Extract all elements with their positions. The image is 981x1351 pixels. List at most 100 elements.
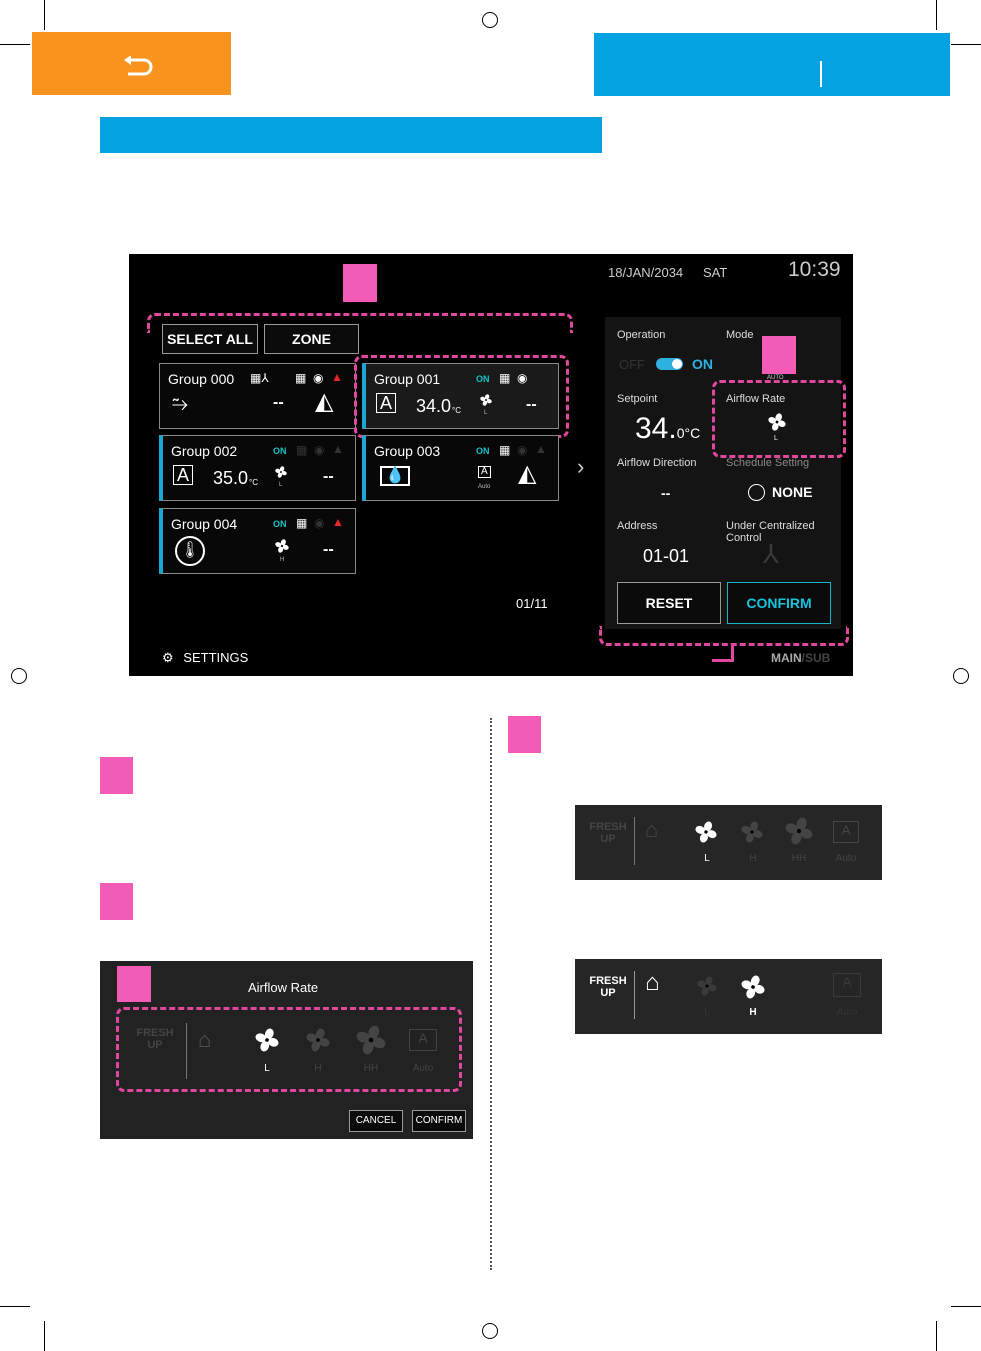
crop-mark xyxy=(44,0,45,30)
zone-button[interactable]: ZONE xyxy=(264,324,359,354)
crop-mark xyxy=(0,1306,30,1307)
level-l-label: L xyxy=(264,1063,270,1074)
select-all-button[interactable]: SELECT ALL xyxy=(162,324,258,354)
cancel-button[interactable]: CANCEL xyxy=(349,1110,403,1132)
divider xyxy=(634,971,635,1019)
level-l-label: L xyxy=(704,853,710,864)
direction-value: -- xyxy=(323,468,334,485)
group-name: Group 003 xyxy=(374,443,441,459)
on-label: ON xyxy=(692,356,713,372)
group-card[interactable]: Group 004 ON ▦ ◉ ▲ 🌡 H -- xyxy=(159,508,356,574)
fresh-up-option[interactable]: FRESH UP xyxy=(587,821,629,845)
back-button[interactable] xyxy=(32,32,231,95)
level-auto-label: Auto xyxy=(835,853,857,864)
fresh-up-option[interactable]: FRESH UP xyxy=(587,975,629,999)
confirm-button[interactable]: CONFIRM xyxy=(412,1110,466,1132)
ventilation-icon[interactable]: ⌂ xyxy=(645,969,660,997)
fan-highest-icon[interactable] xyxy=(785,817,813,845)
mode-label: Mode xyxy=(726,329,754,341)
warning-icon: ▲ xyxy=(331,370,343,384)
callout-marker xyxy=(343,264,377,302)
highlight-airflow-rate xyxy=(712,380,846,458)
fresh-up-option[interactable]: FRESH UP xyxy=(134,1027,176,1051)
operation-toggle[interactable] xyxy=(656,358,683,370)
clock-icon xyxy=(748,484,765,501)
fan-low-icon[interactable] xyxy=(695,821,717,843)
address-label: Address xyxy=(617,520,658,532)
warning-icon: ▲ xyxy=(535,442,547,456)
airflow-dialog: Airflow Rate FRESH UP ⌂ L H HH A Auto CA… xyxy=(100,961,473,1139)
crop-mark xyxy=(951,44,981,45)
column-divider xyxy=(490,718,492,1270)
level-h-label: H xyxy=(314,1063,322,1074)
direction-label: Airflow Direction xyxy=(617,457,697,469)
eye-icon: ◉ xyxy=(313,371,324,385)
eye-icon: ◉ xyxy=(314,443,325,457)
fan-high-icon[interactable] xyxy=(306,1028,330,1052)
auto-fan-icon[interactable]: A xyxy=(409,1029,437,1051)
page-indicator: 01/11 xyxy=(516,596,548,611)
next-page-arrow[interactable]: › xyxy=(577,454,584,480)
dry-mode-icon: ⥲ xyxy=(172,393,188,415)
thermometer-icon: 🌡 xyxy=(175,536,205,566)
clock: 10:39 xyxy=(788,258,841,281)
ventilation-icon[interactable]: ⌂ xyxy=(198,1027,211,1053)
group-card[interactable]: Group 000 ▦⅄ ▦ ◉ ▲ ⥲ -- ◭ xyxy=(159,363,356,429)
group-card[interactable]: Group 002 ON ▦ ◉ ▲ A 35.0 °C L -- xyxy=(159,435,356,501)
fan-highest-icon[interactable] xyxy=(356,1025,386,1055)
group-card[interactable]: Group 003 ON ▦ ◉ ▲ 💧 A Auto ◭ xyxy=(362,435,559,501)
eye-icon: ◉ xyxy=(517,443,528,457)
level-hh-label: HH xyxy=(363,1063,379,1074)
fan-high-icon[interactable] xyxy=(741,821,763,843)
fan-low-icon[interactable] xyxy=(255,1028,279,1052)
divider xyxy=(634,817,635,865)
bracket-stem xyxy=(712,646,734,662)
group-name: Group 000 xyxy=(168,371,235,387)
group-name: Group 004 xyxy=(171,516,238,532)
date: 18/JAN/2034 xyxy=(608,265,684,280)
off-label: OFF xyxy=(619,357,645,372)
step-marker xyxy=(100,883,133,920)
airflow-bar-example-2: FRESH UP ⌂ L H A Auto xyxy=(575,959,882,1034)
level-h-label: H xyxy=(749,853,757,864)
auto-fan-icon[interactable]: A xyxy=(833,821,859,843)
schedule-grid-icon: ▦ xyxy=(296,516,308,530)
level-auto-label: Auto xyxy=(412,1063,434,1074)
settings-button[interactable]: ⚙ SETTINGS xyxy=(162,650,248,666)
dialog-title: Airflow Rate xyxy=(248,980,319,995)
ventilation-icon[interactable]: ⌂ xyxy=(645,817,658,843)
address-value: 01-01 xyxy=(643,546,690,566)
unit: °C xyxy=(249,478,258,487)
settings-label: SETTINGS xyxy=(183,650,249,665)
setpoint-integer: 34. xyxy=(635,412,677,445)
setpoint-label: Setpoint xyxy=(617,393,658,405)
schedule-grid-icon: ▦ xyxy=(296,443,308,457)
on-status: ON xyxy=(476,446,490,456)
fan-high-icon[interactable] xyxy=(741,975,765,999)
detail-panel: Operation Mode OFF ON AUTO Setpoint 34.0… xyxy=(605,317,846,629)
setpoint-decimal: 0°C xyxy=(676,425,701,441)
crop-mark xyxy=(951,1306,981,1307)
highlight-bracket xyxy=(599,626,849,646)
chapter-header xyxy=(594,33,950,96)
reset-button[interactable]: RESET xyxy=(617,582,721,624)
direction-value: -- xyxy=(661,485,671,501)
central-control-label: Under Centralized Control xyxy=(726,520,815,544)
highlight-group-001 xyxy=(354,355,569,438)
operation-label: Operation xyxy=(617,329,666,341)
gear-icon: ⚙ xyxy=(162,650,174,665)
confirm-button[interactable]: CONFIRM xyxy=(727,582,831,624)
sub-label: /SUB xyxy=(801,651,831,665)
airflow-level: H xyxy=(280,557,285,563)
fan-low-icon[interactable] xyxy=(697,976,717,996)
level-hh-label: HH xyxy=(791,853,807,864)
schedule-value[interactable]: NONE xyxy=(772,484,812,500)
main-sub-indicator[interactable]: MAIN/SUB xyxy=(771,651,830,665)
auto-mode-icon: A xyxy=(173,465,194,485)
setpoint-value: 34.0°C xyxy=(635,412,700,446)
registration-icon xyxy=(11,668,27,684)
warning-icon: ▲ xyxy=(332,442,344,456)
step-marker xyxy=(100,757,133,794)
auto-fan-icon[interactable]: A xyxy=(833,973,861,997)
day: SAT xyxy=(703,265,728,280)
